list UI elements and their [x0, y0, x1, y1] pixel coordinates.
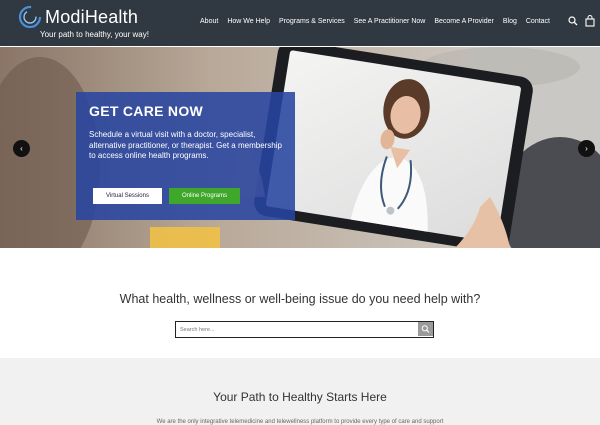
chevron-right-icon: › [585, 144, 588, 153]
issue-search-form [175, 321, 434, 338]
virtual-sessions-button[interactable]: Virtual Sessions [93, 188, 162, 204]
nav-contact[interactable]: Contact [526, 18, 550, 25]
shopping-bag-icon[interactable] [584, 15, 596, 27]
hero-title: GET CARE NOW [89, 103, 204, 119]
issue-search-button[interactable] [418, 322, 433, 336]
nav-blog[interactable]: Blog [503, 18, 517, 25]
path-section: Your Path to Healthy Starts Here We are … [0, 358, 600, 425]
brand-tagline: Your path to healthy, your way! [40, 30, 149, 39]
chevron-left-icon: ‹ [20, 144, 23, 153]
help-search-section: What health, wellness or well-being issu… [0, 248, 600, 358]
slider-prev-button[interactable]: ‹ [13, 140, 30, 157]
search-icon [421, 325, 430, 333]
nav-about[interactable]: About [200, 18, 218, 25]
hero-slider: GET CARE NOW Schedule a virtual visit wi… [0, 47, 600, 248]
nav-how-we-help[interactable]: How We Help [227, 18, 270, 25]
logo-ring-icon [18, 5, 42, 29]
issue-search-input[interactable] [180, 324, 410, 335]
path-heading: Your Path to Healthy Starts Here [213, 390, 387, 404]
slider-next-button[interactable]: › [578, 140, 595, 157]
hero-text: Schedule a virtual visit with a doctor, … [89, 130, 282, 160]
help-heading: What health, wellness or well-being issu… [119, 292, 481, 306]
site-header: ModiHealth Your path to healthy, your wa… [0, 0, 600, 46]
brand-name: ModiHealth [45, 7, 139, 27]
nav-programs-services[interactable]: Programs & Services [279, 18, 345, 25]
online-programs-button[interactable]: Online Programs [169, 188, 240, 204]
nav-see-practitioner[interactable]: See A Practitioner Now [354, 18, 426, 25]
main-nav: About How We Help Programs & Services Se… [200, 18, 550, 25]
search-icon[interactable] [567, 15, 579, 27]
get-care-panel: GET CARE NOW Schedule a virtual visit wi… [76, 92, 295, 220]
nav-become-provider[interactable]: Become A Provider [434, 18, 494, 25]
path-intro-text: We are the only integrative telemedicine… [156, 419, 444, 425]
